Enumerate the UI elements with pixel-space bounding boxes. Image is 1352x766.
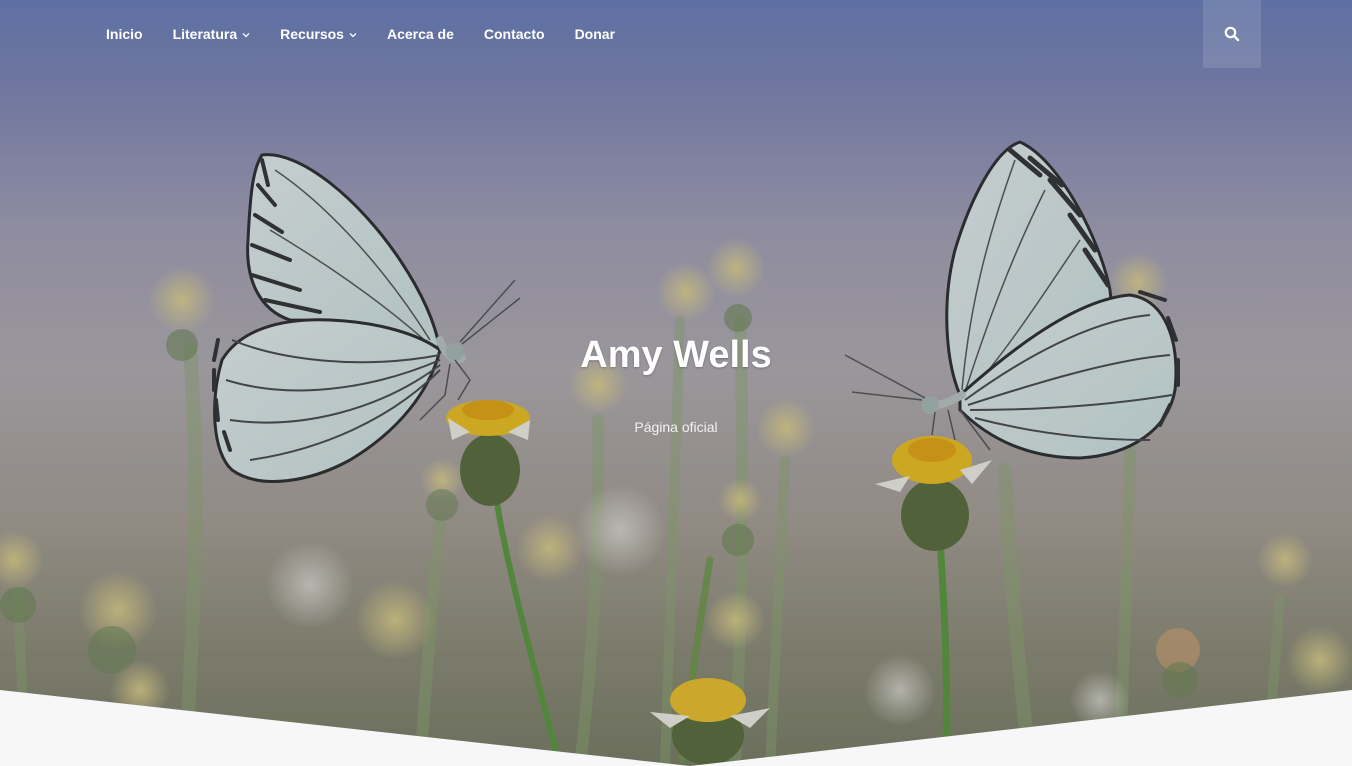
chevron-down-icon — [349, 32, 357, 37]
main-navigation: Inicio Literatura Recursos Acerca de Con… — [0, 0, 1352, 68]
search-button[interactable] — [1203, 0, 1261, 68]
nav-item-acerca-de[interactable]: Acerca de — [387, 24, 454, 44]
site-title: Amy Wells — [580, 334, 772, 376]
nav-item-label: Contacto — [483, 26, 545, 42]
nav-item-inicio[interactable]: Inicio — [106, 24, 143, 44]
nav-item-label: Acerca de — [386, 26, 454, 42]
search-icon — [1224, 26, 1240, 42]
nav-item-donar[interactable]: Donar — [575, 24, 615, 44]
nav-item-label: Recursos — [280, 26, 344, 42]
nav-menu: Inicio Literatura Recursos Acerca de Con… — [106, 24, 645, 44]
nav-item-label: Literatura — [172, 26, 238, 42]
nav-item-recursos[interactable]: Recursos — [280, 24, 357, 44]
hero-section: Inicio Literatura Recursos Acerca de Con… — [0, 0, 1352, 766]
nav-item-label: Inicio — [106, 26, 143, 42]
hero-overlay — [0, 0, 1352, 766]
nav-item-contacto[interactable]: Contacto — [484, 24, 545, 44]
site-tagline: Página oficial — [634, 419, 718, 435]
nav-item-label: Donar — [574, 26, 616, 42]
chevron-down-icon — [242, 32, 250, 37]
nav-item-literatura[interactable]: Literatura — [173, 24, 251, 44]
